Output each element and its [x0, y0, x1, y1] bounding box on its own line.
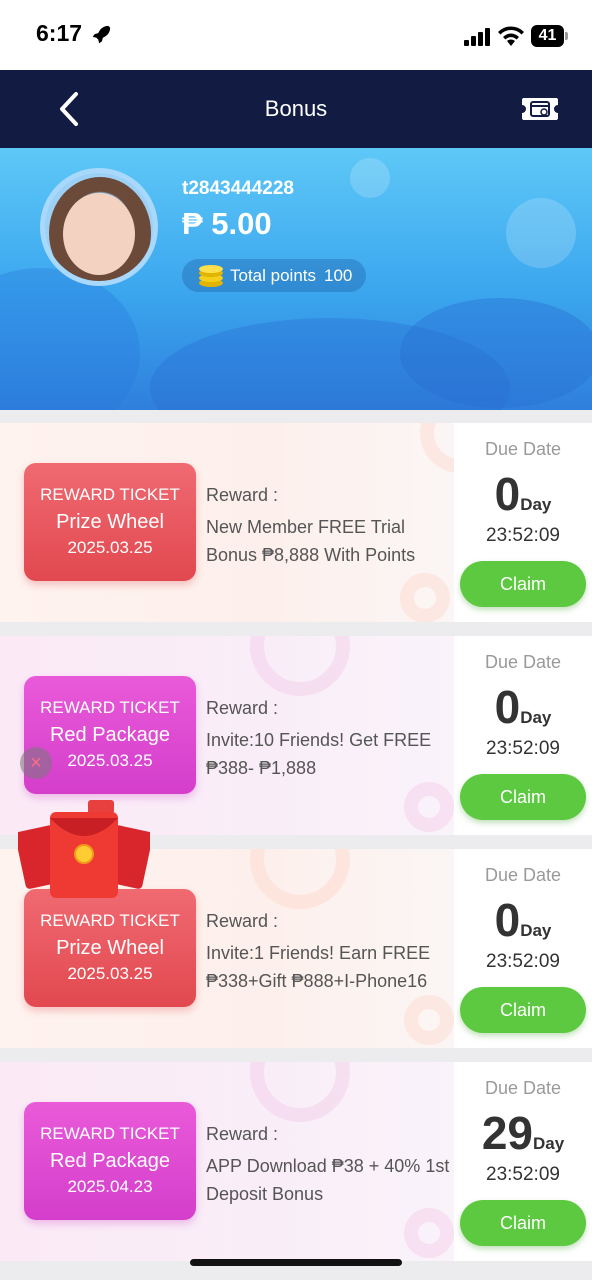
red-envelope-icon[interactable] [18, 800, 150, 900]
avatar[interactable] [40, 168, 158, 286]
reward-card: REWARD TICKET Prize Wheel 2025.03.25 Rew… [0, 423, 592, 622]
reward-text: Invite:1 Friends! Earn FREE ₱338+Gift ₱8… [206, 943, 431, 991]
username: t2843444228 [182, 178, 294, 199]
reward-ticket: REWARD TICKET Red Package 2025.03.25 [24, 676, 196, 794]
battery-icon: 41 [531, 25, 569, 47]
reward-text: Invite:10 Friends! Get FREE ₱388- ₱1,888 [206, 730, 432, 778]
ticket-name: Prize Wheel [56, 511, 164, 533]
reward-card: REWARD TICKET Red Package 2025.04.23 Rew… [0, 1062, 592, 1261]
reward-label: Reward : [206, 911, 279, 931]
signal-icon [464, 28, 490, 46]
points-badge: Total points 100 [182, 259, 367, 292]
ticket-type: REWARD TICKET [40, 698, 180, 717]
countdown: 23:52:09 [486, 525, 560, 546]
countdown: 23:52:09 [486, 1164, 560, 1185]
days-remaining: 0Day [494, 681, 552, 733]
balance: ₱ 5.00 [182, 206, 272, 241]
days-remaining: 29Day [481, 1107, 565, 1159]
due-date-label: Due Date [484, 865, 562, 885]
reward-ticket: REWARD TICKET Prize Wheel 2025.03.25 [24, 889, 196, 1007]
claim-button[interactable]: Claim [460, 1200, 586, 1246]
ticket-name: Red Package [49, 724, 171, 746]
claim-button[interactable]: Claim [460, 774, 586, 820]
countdown: 23:52:09 [486, 951, 560, 972]
ticket-type: REWARD TICKET [40, 485, 180, 504]
reward-label: Reward : [206, 485, 279, 505]
ticket-type: REWARD TICKET [40, 1124, 180, 1143]
page-title: Bonus [264, 96, 328, 121]
nav-bar: Bonus [0, 70, 592, 148]
battery-level: 41 [538, 27, 557, 44]
reward-label: Reward : [206, 698, 279, 718]
ticket-name: Red Package [49, 1150, 171, 1172]
rocket-icon [92, 25, 111, 44]
status-time: 6:17 [36, 20, 83, 46]
wifi-icon [498, 26, 524, 46]
days-remaining: 0Day [494, 894, 552, 946]
reward-ticket: REWARD TICKET Prize Wheel 2025.03.25 [24, 463, 196, 581]
ticket-type: REWARD TICKET [40, 911, 180, 930]
countdown: 23:52:09 [486, 738, 560, 759]
ticket-date: 2025.04.23 [67, 1177, 153, 1196]
ticket-name: Prize Wheel [56, 937, 164, 959]
reward-ticket: REWARD TICKET Red Package 2025.04.23 [24, 1102, 196, 1220]
home-indicator [190, 1259, 402, 1266]
due-date-label: Due Date [484, 1078, 562, 1098]
reward-text: New Member FREE Trial Bonus ₱8,888 With … [206, 517, 416, 565]
ticket-date: 2025.03.25 [67, 964, 153, 983]
reward-label: Reward : [206, 1124, 279, 1144]
claim-button[interactable]: Claim [460, 987, 586, 1033]
points-label: Total points [230, 266, 316, 285]
due-date-label: Due Date [484, 652, 562, 672]
due-date-label: Due Date [484, 439, 562, 459]
close-icon[interactable]: × [20, 747, 52, 779]
claim-button[interactable]: Claim [460, 561, 586, 607]
status-bar: 6:17 41 [0, 0, 592, 70]
reward-text: APP Download ₱38 + 40% 1st Deposit Bonus [206, 1156, 450, 1204]
ticket-icon[interactable] [520, 94, 560, 124]
ticket-date: 2025.03.25 [67, 538, 153, 557]
points-value: 100 [324, 266, 353, 285]
days-remaining: 0Day [494, 468, 552, 520]
coins-icon [199, 265, 223, 287]
